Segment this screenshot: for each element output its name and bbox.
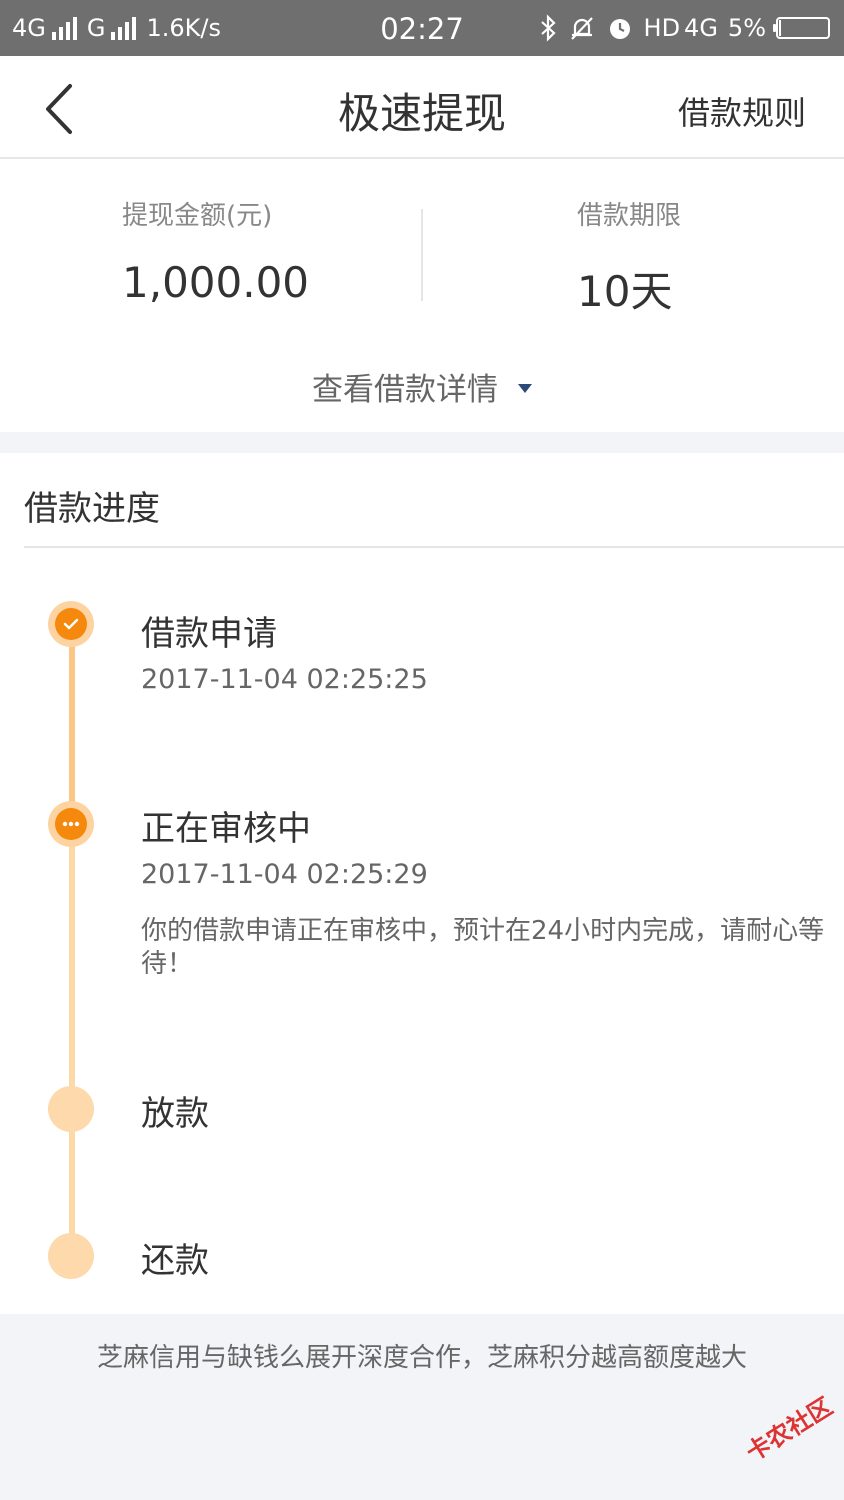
step-title: 放款 [141,1094,209,1134]
network-type-3: 4G [684,14,718,42]
step-description: 你的借款申请正在审核中，预计在24小时内完成，请耐心等待！ [141,916,825,979]
status-right: HD 4G 5% [538,0,830,56]
amount-block: 提现金额(元) 1,000.00 [122,195,309,307]
amount-label: 提现金额(元) [122,201,273,231]
step-in-progress-node [48,801,94,847]
progress-title: 借款进度 [24,489,160,529]
view-loan-details-button[interactable]: 查看借款详情 [0,364,844,409]
step-time: 2017-11-04 02:25:29 [141,859,428,890]
watermark-logo: 卡农社区 [741,1392,838,1467]
alarm-icon [609,19,630,39]
step-pending-node [48,1086,94,1132]
details-toggle-label: 查看借款详情 [312,372,498,408]
status-bar: 4G G 1.6K/s 02:27 HD 4G 5% [0,0,844,56]
step-time: 2017-11-04 02:25:25 [141,664,428,695]
timeline-track-done [69,625,75,825]
step-pending-node [48,1233,94,1279]
summary-divider [421,209,423,301]
footer-note: 芝麻信用与缺钱么展开深度合作，芝麻积分越高额度越大 [96,1343,747,1373]
nav-bar: 极速提现 借款规则 [0,56,844,159]
amount-value: 1,000.00 [122,258,310,307]
bluetooth-icon [540,14,556,42]
divider [24,546,844,548]
loan-summary: 提现金额(元) 1,000.00 借款期限 10天 查看借款详情 [0,159,844,432]
battery-icon [773,17,830,39]
hd-indicator: HD [643,14,681,42]
term-block: 借款期限 10天 [577,195,681,319]
step-title: 借款申请 [141,614,277,654]
step-done-node [48,601,94,647]
loan-rules-link[interactable]: 借款规则 [678,88,806,134]
term-label: 借款期限 [577,201,682,231]
caret-down-icon [518,384,532,393]
battery-percent: 5% [727,14,766,42]
term-value: 10天 [577,267,673,316]
mute-bell-icon [570,17,593,40]
step-title: 还款 [141,1241,209,1281]
timeline-track [69,625,75,1255]
step-title: 正在审核中 [141,809,311,849]
loan-progress-card: 借款进度 借款申请 2017-11-04 02:25:25 正在审核中 2017… [0,453,844,1314]
check-icon [55,608,87,640]
ellipsis-icon [55,808,87,840]
